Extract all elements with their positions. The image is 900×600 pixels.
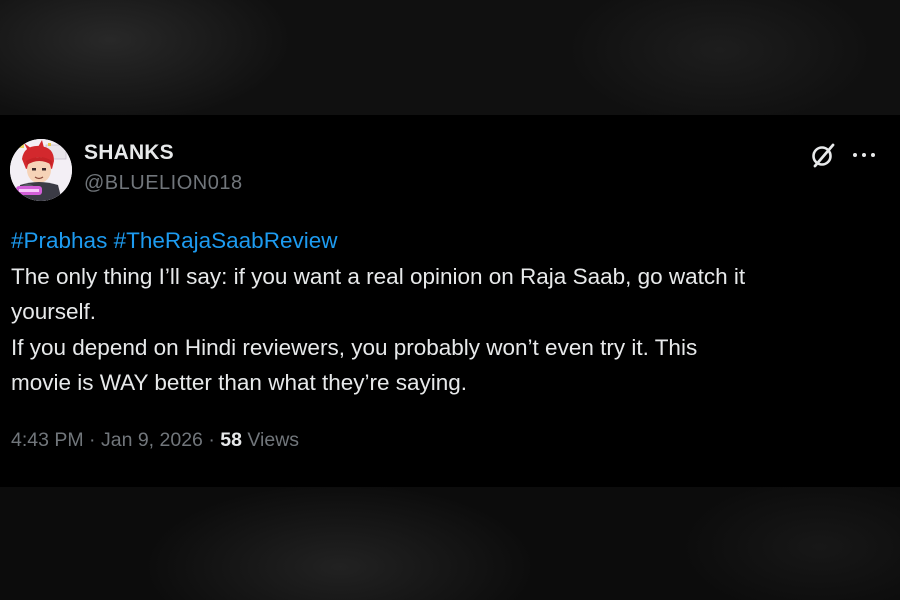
views-label: Views bbox=[247, 429, 300, 451]
tweet-time[interactable]: 4:43 PM bbox=[11, 429, 84, 451]
avatar[interactable] bbox=[10, 139, 72, 201]
anime-character-avatar-icon bbox=[10, 139, 72, 201]
blurred-background-bottom bbox=[0, 487, 900, 600]
tweet-text-line: yourself. bbox=[11, 299, 97, 324]
tweet-meta: 4:43 PM · Jan 9, 2026 · 58 Views bbox=[11, 429, 299, 452]
views-count[interactable]: 58 bbox=[220, 429, 242, 451]
blurred-background-top bbox=[0, 0, 900, 115]
hashtag-prabhas[interactable]: #Prabhas bbox=[11, 228, 107, 253]
tweet-text-line: If you depend on Hindi reviewers, you pr… bbox=[11, 334, 698, 360]
tweet-text-line: movie is WAY better than what they’re sa… bbox=[11, 370, 468, 395]
display-name[interactable]: SHANKS bbox=[84, 141, 174, 165]
hashtag-line: #Prabhas #TheRajaSaabReview bbox=[11, 223, 891, 259]
hashtag-therajasaabreview[interactable]: #TheRajaSaabReview bbox=[114, 228, 338, 253]
user-handle[interactable]: @BLUELION018 bbox=[84, 172, 243, 195]
grok-icon[interactable] bbox=[809, 141, 837, 169]
tweet-card: SHANKS @BLUELION018 #Prabhas #TheRajaSaa… bbox=[0, 115, 900, 487]
meta-separator: · bbox=[89, 429, 96, 451]
tweet-text: #Prabhas #TheRajaSaabReview The only thi… bbox=[11, 223, 891, 401]
tweet-date[interactable]: Jan 9, 2026 bbox=[101, 429, 203, 451]
more-options-icon[interactable] bbox=[851, 145, 877, 165]
meta-separator: · bbox=[208, 429, 215, 451]
tweet-text-line: The only thing I’ll say: if you want a r… bbox=[11, 263, 746, 289]
